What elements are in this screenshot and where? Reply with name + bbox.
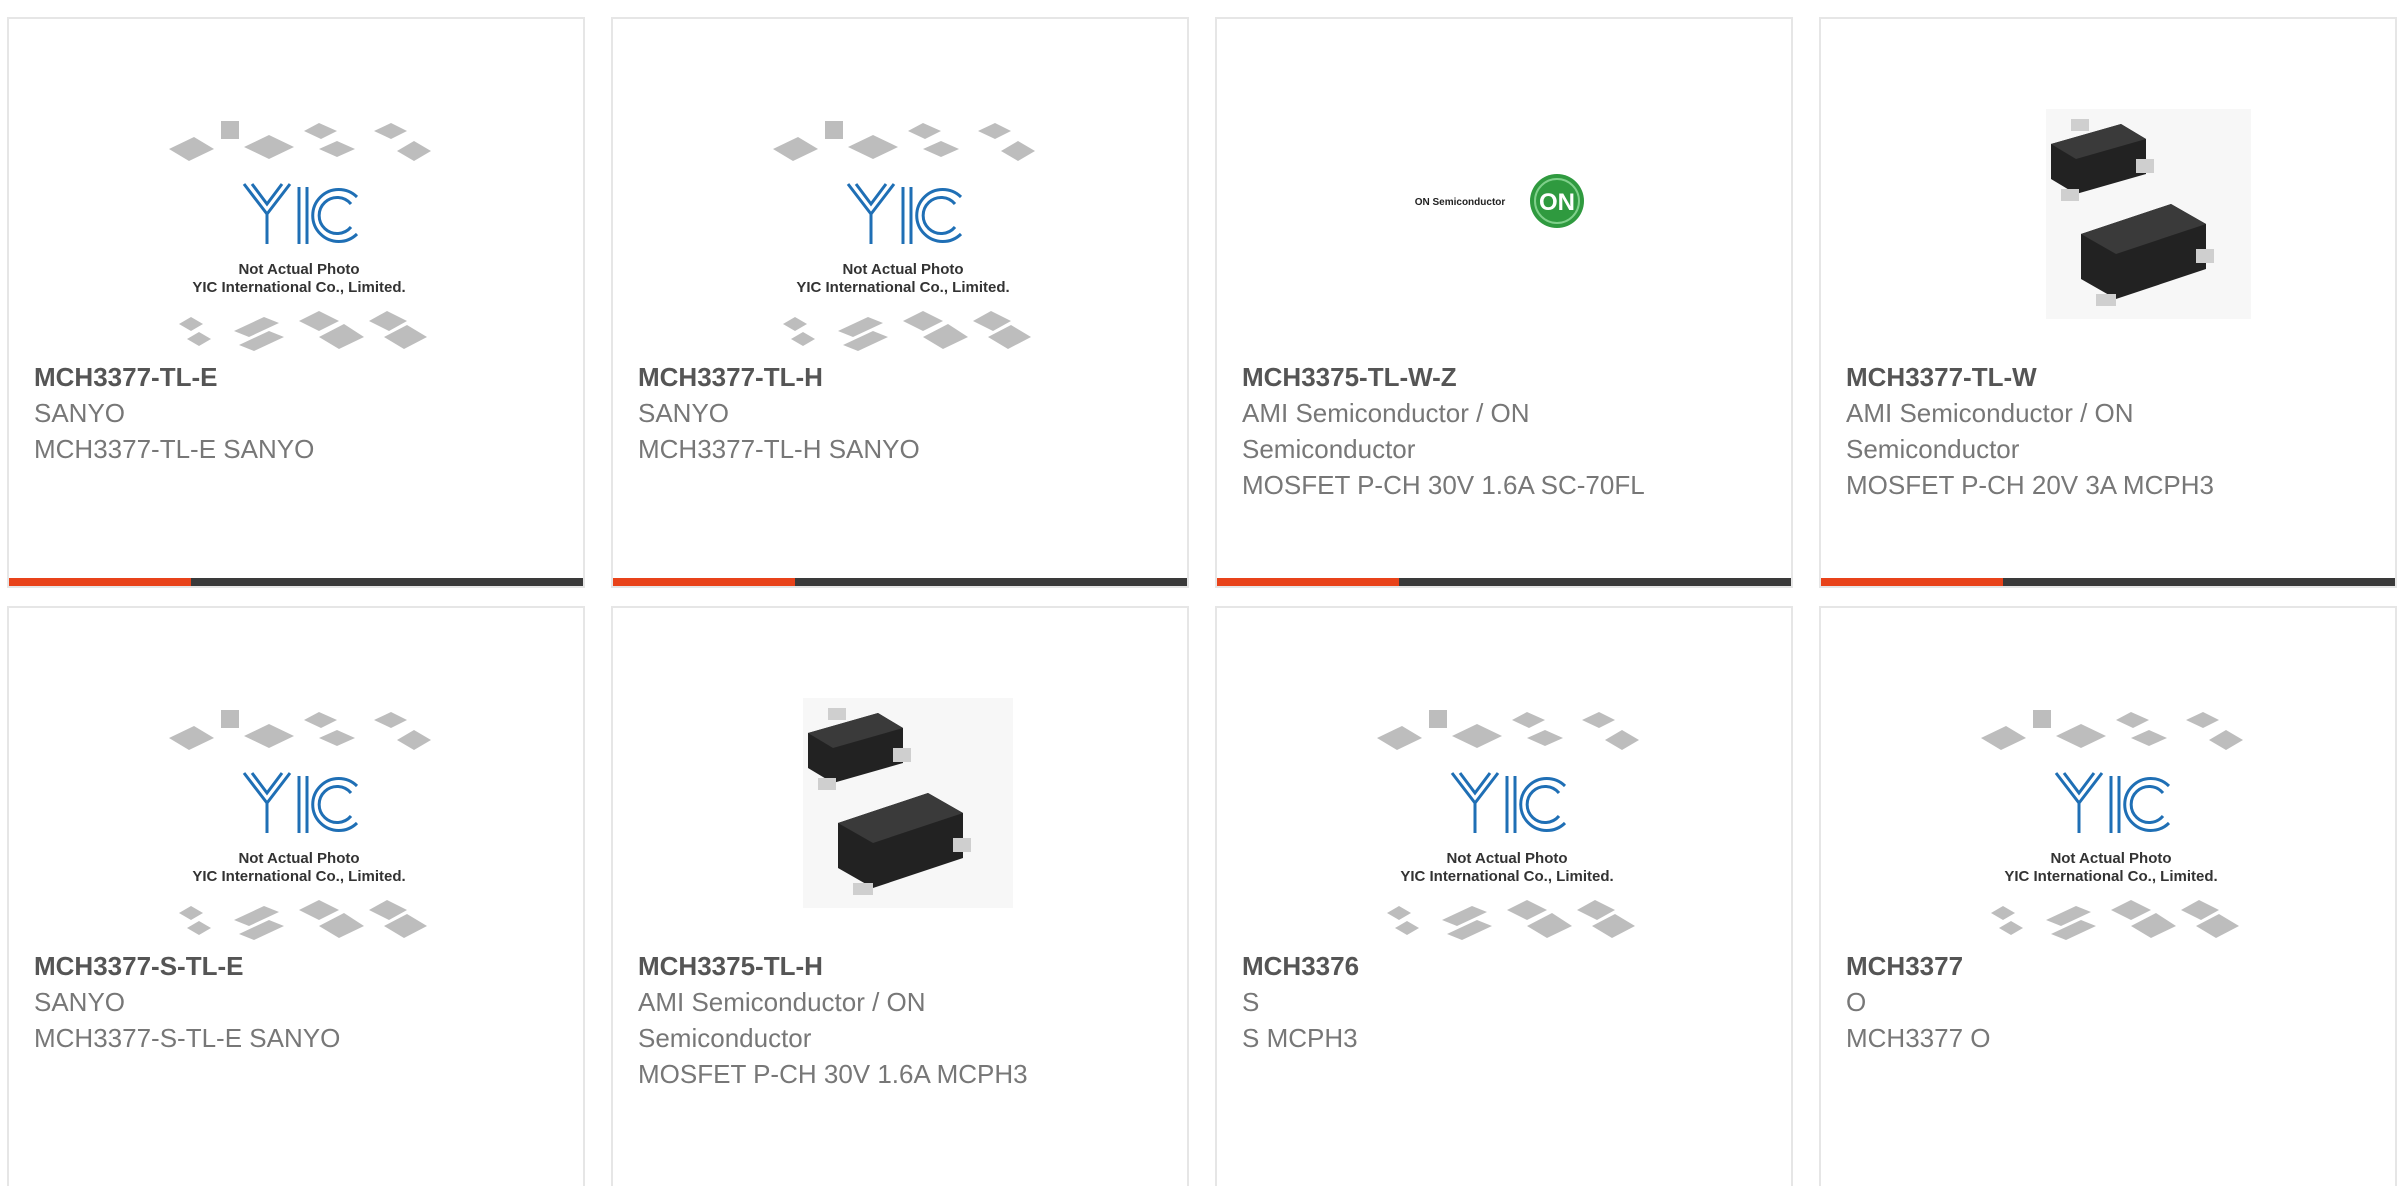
svg-text:Not Actual Photo: Not Actual Photo [2050, 850, 2171, 867]
product-card[interactable]: ON Semiconductor ON MCH3375-TL-W-Z AMI S… [1215, 17, 1793, 588]
part-number-link[interactable]: MCH3375-TL-W-Z [1242, 359, 1662, 395]
product-info: MCH3377-TL-W AMI Semiconductor / ON Semi… [1846, 359, 2266, 503]
yic-placeholder-image[interactable]: Not Actual Photo YIC International Co., … [159, 698, 439, 958]
description: MCH3377-TL-H SANYO [638, 434, 920, 464]
svg-text:YIC International Co., Limited: YIC International Co., Limited. [796, 279, 1009, 296]
product-info: MCH3377 O MCH3377 O [1846, 948, 2266, 1056]
part-number-link[interactable]: MCH3377-TL-W [1846, 359, 2266, 395]
product-card[interactable]: Not Actual Photo YIC International Co., … [7, 17, 585, 588]
yic-placeholder-image[interactable]: Not Actual Photo YIC International Co., … [1367, 698, 1647, 958]
product-info: MCH3375-TL-W-Z AMI Semiconductor / ON Se… [1242, 359, 1662, 503]
part-number-link[interactable]: MCH3377-TL-E [34, 359, 454, 395]
svg-text:YIC International Co., Limited: YIC International Co., Limited. [192, 868, 405, 885]
card-bottom-bar [613, 578, 1187, 586]
product-card[interactable]: Not Actual Photo YIC International Co., … [1819, 606, 2397, 1186]
yic-placeholder-image[interactable]: Not Actual Photo YIC International Co., … [1971, 698, 2251, 958]
yic-placeholder-image[interactable]: Not Actual Photo YIC International Co., … [763, 109, 1043, 369]
description: MOSFET P-CH 20V 3A MCPH3 [1846, 470, 2214, 500]
svg-text:Not Actual Photo: Not Actual Photo [842, 261, 963, 278]
svg-text:Not Actual Photo: Not Actual Photo [238, 261, 359, 278]
description: MCH3377-TL-E SANYO [34, 434, 315, 464]
product-card[interactable]: MCH3375-TL-H AMI Semiconductor / ON Semi… [611, 606, 1189, 1186]
description: MOSFET P-CH 30V 1.6A MCPH3 [638, 1059, 1028, 1089]
svg-text:Not Actual Photo: Not Actual Photo [1446, 850, 1567, 867]
svg-text:YIC International Co., Limited: YIC International Co., Limited. [2004, 868, 2217, 885]
description: MCH3377-S-TL-E SANYO [34, 1023, 341, 1053]
product-info: MCH3377-TL-H SANYO MCH3377-TL-H SANYO [638, 359, 1058, 467]
product-card[interactable]: Not Actual Photo YIC International Co., … [611, 17, 1189, 588]
product-info: MCH3376 S S MCPH3 [1242, 948, 1662, 1056]
part-number-link[interactable]: MCH3376 [1242, 948, 1662, 984]
card-bottom-bar [1217, 578, 1791, 586]
product-info: MCH3375-TL-H AMI Semiconductor / ON Semi… [638, 948, 1058, 1092]
description: S MCPH3 [1242, 1023, 1358, 1053]
yic-placeholder-image[interactable]: Not Actual Photo YIC International Co., … [159, 109, 439, 369]
product-grid: Not Actual Photo YIC International Co., … [0, 0, 2400, 1186]
card-accent-bar [9, 578, 191, 586]
svg-text:ON Semiconductor: ON Semiconductor [1415, 197, 1506, 208]
card-bottom-bar [9, 578, 583, 586]
manufacturer: AMI Semiconductor / ON Semiconductor [638, 987, 926, 1053]
manufacturer: SANYO [638, 398, 730, 428]
manufacturer: AMI Semiconductor / ON Semiconductor [1242, 398, 1530, 464]
manufacturer: SANYO [34, 987, 126, 1017]
part-number-link[interactable]: MCH3375-TL-H [638, 948, 1058, 984]
on-semiconductor-logo-image[interactable]: ON Semiconductor ON [1367, 109, 1647, 369]
svg-text:ON: ON [1539, 189, 1575, 216]
product-info: MCH3377-TL-E SANYO MCH3377-TL-E SANYO [34, 359, 454, 467]
card-accent-bar [1821, 578, 2003, 586]
manufacturer: AMI Semiconductor / ON Semiconductor [1846, 398, 2134, 464]
manufacturer: SANYO [34, 398, 126, 428]
product-info: MCH3377-S-TL-E SANYO MCH3377-S-TL-E SANY… [34, 948, 454, 1056]
svg-text:YIC International Co., Limited: YIC International Co., Limited. [192, 279, 405, 296]
card-accent-bar [1217, 578, 1399, 586]
part-number-link[interactable]: MCH3377-TL-H [638, 359, 1058, 395]
description: MOSFET P-CH 30V 1.6A SC-70FL [1242, 470, 1645, 500]
part-number-link[interactable]: MCH3377-S-TL-E [34, 948, 454, 984]
chip-photo-image[interactable] [1971, 109, 2251, 369]
description: MCH3377 O [1846, 1023, 1991, 1053]
card-accent-bar [613, 578, 795, 586]
product-card[interactable]: Not Actual Photo YIC International Co., … [1215, 606, 1793, 1186]
product-card[interactable]: Not Actual Photo YIC International Co., … [7, 606, 585, 1186]
svg-text:Not Actual Photo: Not Actual Photo [238, 850, 359, 867]
product-card[interactable]: MCH3377-TL-W AMI Semiconductor / ON Semi… [1819, 17, 2397, 588]
manufacturer: O [1846, 987, 1867, 1017]
svg-text:YIC International Co., Limited: YIC International Co., Limited. [1400, 868, 1613, 885]
manufacturer: S [1242, 987, 1260, 1017]
card-bottom-bar [1821, 578, 2395, 586]
part-number-link[interactable]: MCH3377 [1846, 948, 2266, 984]
chip-photo-image[interactable] [803, 698, 1083, 958]
